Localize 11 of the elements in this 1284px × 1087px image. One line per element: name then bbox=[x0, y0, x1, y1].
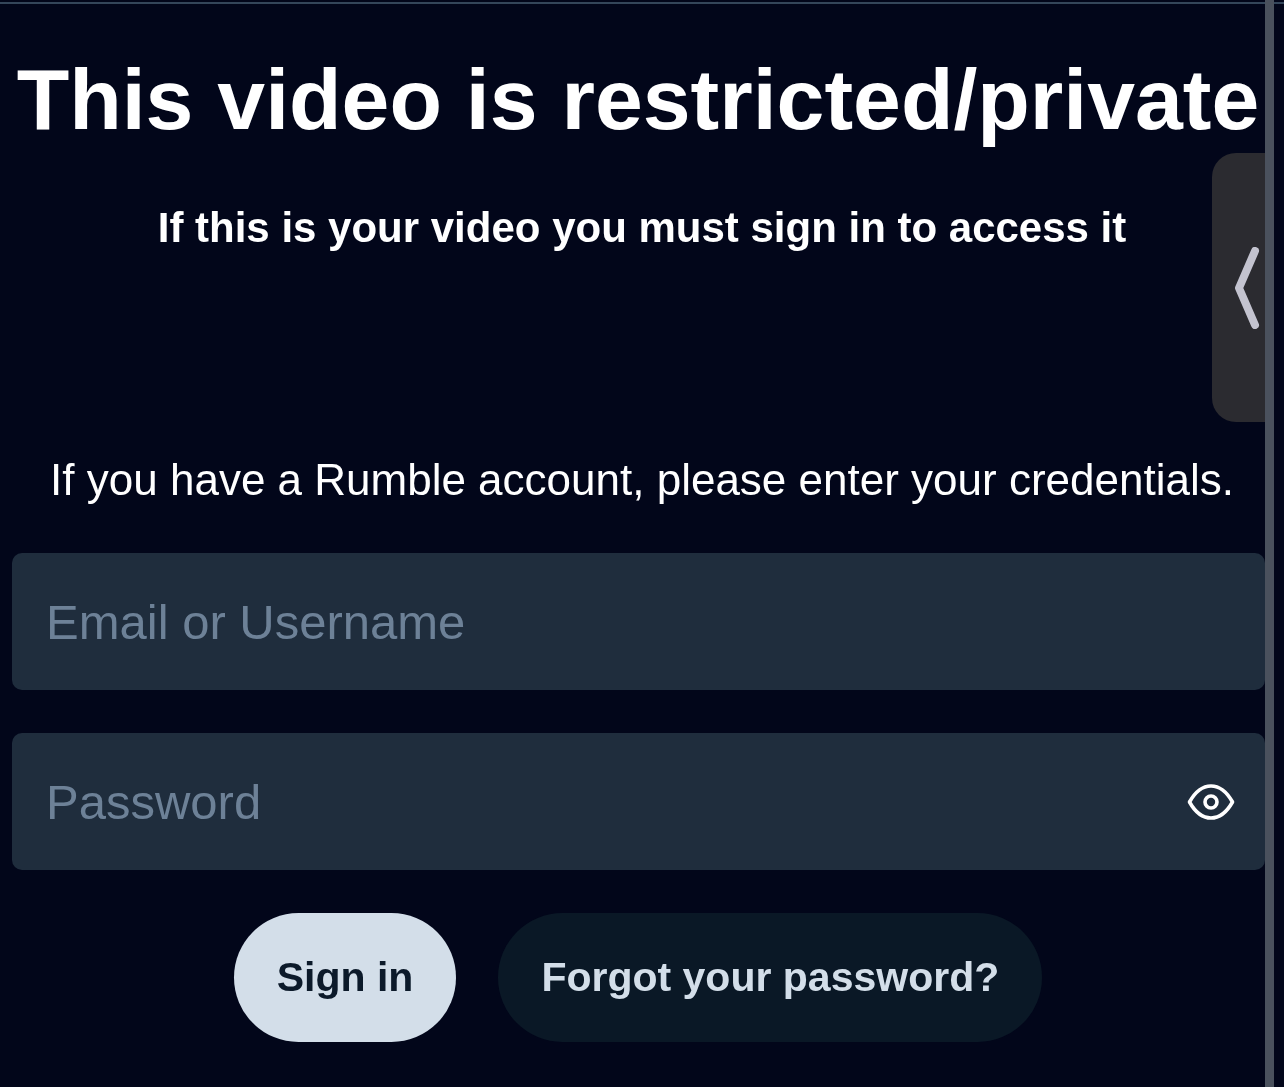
page-title: This video is restricted/private bbox=[16, 50, 1261, 149]
instructions-text: If you have a Rumble account, please enter your credentials. bbox=[50, 455, 1234, 505]
scrollbar-thumb[interactable] bbox=[1265, 0, 1274, 1087]
input-field[interactable]: Email or Username bbox=[12, 553, 1265, 690]
forgot-password-button[interactable]: Forgot your password? bbox=[498, 913, 1043, 1042]
password-field[interactable]: Password bbox=[12, 733, 1265, 870]
sign-in-button[interactable]: Sign in bbox=[233, 913, 457, 1042]
chevron-left-icon bbox=[1234, 246, 1260, 329]
side-panel-tab[interactable] bbox=[1212, 153, 1265, 422]
eye-icon[interactable] bbox=[1187, 783, 1235, 821]
subtitle: If this is your video you must sign in to access it bbox=[157, 204, 1127, 252]
